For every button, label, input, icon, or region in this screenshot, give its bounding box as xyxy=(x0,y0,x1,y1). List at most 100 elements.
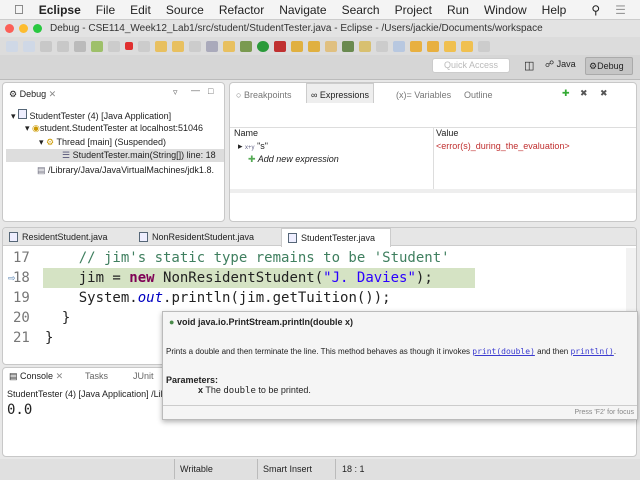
run-icon[interactable] xyxy=(257,40,269,52)
status-cursor-position: 18 : 1 xyxy=(342,464,365,474)
apple-icon[interactable]:  xyxy=(14,2,24,17)
zoom-window-button[interactable] xyxy=(33,24,42,33)
code-line-17[interactable]: // jim's static type remains to be 'Stud… xyxy=(45,250,450,266)
column-name[interactable]: Name xyxy=(234,128,258,138)
step-return-icon[interactable] xyxy=(189,40,201,52)
tree-item-launch[interactable]: ▾ StudentTester (4) [Java Application] xyxy=(11,109,171,122)
menu-source[interactable]: Source xyxy=(166,3,204,17)
tab-console[interactable]: ▤ Console ✕ xyxy=(9,371,63,382)
remove-expression-icon[interactable]: ✖ xyxy=(580,88,588,99)
debug-view: ⚙ Debug ✕ ▿ — □ ▾ StudentTester (4) [Jav… xyxy=(2,82,225,222)
println-link[interactable]: println() xyxy=(570,347,613,356)
line-number: 18 xyxy=(13,270,30,286)
notification-list-icon[interactable]: ☰ xyxy=(615,3,626,17)
menu-help[interactable]: Help xyxy=(542,3,567,17)
open-icon[interactable] xyxy=(23,40,35,52)
menu-app[interactable]: Eclipse xyxy=(39,3,81,17)
new-icon[interactable] xyxy=(6,40,18,52)
menu-project[interactable]: Project xyxy=(395,3,432,17)
use-step-filters-icon[interactable] xyxy=(223,40,235,52)
forward-history-icon[interactable] xyxy=(461,40,473,52)
code-line-18[interactable]: jim = new NonResidentStudent("J. Davies"… xyxy=(45,270,433,286)
editor-tab-nonresidentstudent[interactable]: NonResidentStudent.java xyxy=(133,228,254,246)
maximize-icon[interactable]: □ xyxy=(208,86,213,96)
tab-label: Breakpoints xyxy=(243,90,292,100)
next-annotation-icon[interactable] xyxy=(410,40,422,52)
tree-item-stack-frame[interactable]: ☰ StudentTester.main(String[]) line: 18 xyxy=(6,149,224,162)
java-perspective-button[interactable]: ☍ Java xyxy=(545,59,576,70)
suspend-icon[interactable] xyxy=(108,40,120,52)
save-icon[interactable] xyxy=(40,40,52,52)
column-value[interactable]: Value xyxy=(436,128,458,138)
editor-tab-residentstudent[interactable]: ResidentStudent.java xyxy=(3,228,108,246)
step-over-icon[interactable] xyxy=(172,40,184,52)
add-new-expression-label: Add new expression xyxy=(257,154,339,164)
search-icon[interactable] xyxy=(325,40,337,52)
close-icon[interactable]: ✕ xyxy=(49,89,57,99)
drop-to-frame-icon[interactable] xyxy=(206,40,218,52)
previous-annotation-icon[interactable] xyxy=(427,40,439,52)
editor-tab-studenttester[interactable]: StudentTester.java xyxy=(281,228,391,247)
show-whitespace-icon[interactable] xyxy=(393,40,405,52)
remove-all-icon[interactable]: ✖ xyxy=(600,88,608,99)
open-perspective-icon[interactable]: ◫ xyxy=(524,59,534,72)
close-window-button[interactable] xyxy=(5,24,14,33)
tab-variables[interactable]: (x)= Variables xyxy=(396,90,451,100)
minimize-window-button[interactable] xyxy=(19,24,28,33)
tab-junit[interactable]: JUnit xyxy=(133,371,154,381)
close-icon[interactable]: ✕ xyxy=(56,371,64,381)
window-title: Debug - CSE114_Week12_Lab1/src/student/S… xyxy=(50,23,543,34)
tab-expressions[interactable]: ∞ Expressions xyxy=(306,83,374,103)
status-insert-mode[interactable]: Smart Insert xyxy=(263,464,312,474)
menu-search[interactable]: Search xyxy=(342,3,380,17)
tab-label: StudentTester.java xyxy=(301,233,376,243)
open-type-icon[interactable] xyxy=(308,40,320,52)
skip-breakpoints-icon[interactable] xyxy=(74,40,86,52)
menu-bar:  Eclipse File Edit Source Refactor Navi… xyxy=(0,0,640,20)
debug-view-tab[interactable]: ⚙ Debug ✕ xyxy=(9,89,56,100)
block-selection-icon[interactable] xyxy=(376,40,388,52)
menu-run[interactable]: Run xyxy=(447,3,469,17)
disconnect-icon[interactable] xyxy=(138,40,150,52)
details-sash[interactable] xyxy=(230,189,636,193)
tab-tasks[interactable]: Tasks xyxy=(85,371,108,381)
add-new-expression[interactable]: ✚ Add new expression xyxy=(248,154,339,165)
open-task-icon[interactable] xyxy=(342,40,354,52)
mark-occurrences-icon[interactable] xyxy=(359,40,371,52)
print-double-link[interactable]: print(double) xyxy=(472,347,535,356)
code-line-21[interactable]: } xyxy=(45,330,53,346)
tree-item-jvm[interactable]: ▤ /Library/Java/JavaVirtualMachines/jdk1… xyxy=(37,165,214,176)
external-tools-icon[interactable] xyxy=(274,40,286,52)
code-line-19[interactable]: System.out.println(jim.getTuition()); xyxy=(45,290,391,306)
tab-label: Variables xyxy=(414,90,452,100)
menu-file[interactable]: File xyxy=(96,3,115,17)
debug-view-title: Debug xyxy=(19,89,47,99)
expression-row[interactable]: ▸ x+y "s" xyxy=(238,141,268,152)
minimize-icon[interactable]: — xyxy=(191,85,200,95)
menu-edit[interactable]: Edit xyxy=(130,3,151,17)
add-expression-icon[interactable]: ✚ xyxy=(562,88,570,99)
tree-item-thread[interactable]: ▾ ⚙ Thread [main] (Suspended) xyxy=(39,137,166,148)
debug-perspective-button[interactable]: ⚙Debug xyxy=(585,57,633,75)
forward-icon[interactable] xyxy=(478,40,490,52)
save-all-icon[interactable] xyxy=(57,40,69,52)
status-divider xyxy=(174,459,175,479)
debug-target-icon: ◉ xyxy=(32,123,40,133)
step-into-icon[interactable] xyxy=(155,40,167,52)
console-output[interactable]: 0.0 xyxy=(7,402,32,418)
back-icon[interactable] xyxy=(444,40,456,52)
spotlight-search-icon[interactable]: ⚲ xyxy=(591,3,600,17)
tree-item-target[interactable]: ▾ ◉student.StudentTester at localhost:51… xyxy=(25,123,203,134)
menu-window[interactable]: Window xyxy=(484,3,527,17)
menu-navigate[interactable]: Navigate xyxy=(279,3,326,17)
tab-outline[interactable]: Outline xyxy=(464,90,493,100)
code-line-20[interactable]: } xyxy=(45,310,70,326)
resume-icon[interactable] xyxy=(91,40,103,52)
debug-icon[interactable] xyxy=(240,40,252,52)
terminate-icon[interactable] xyxy=(125,42,133,50)
view-menu-icon[interactable]: ▿ xyxy=(173,87,178,98)
menu-refactor[interactable]: Refactor xyxy=(219,3,264,17)
quick-access-input[interactable]: Quick Access xyxy=(432,58,510,73)
tab-breakpoints[interactable]: ○ Breakpoints xyxy=(236,90,291,100)
new-java-project-icon[interactable] xyxy=(291,40,303,52)
